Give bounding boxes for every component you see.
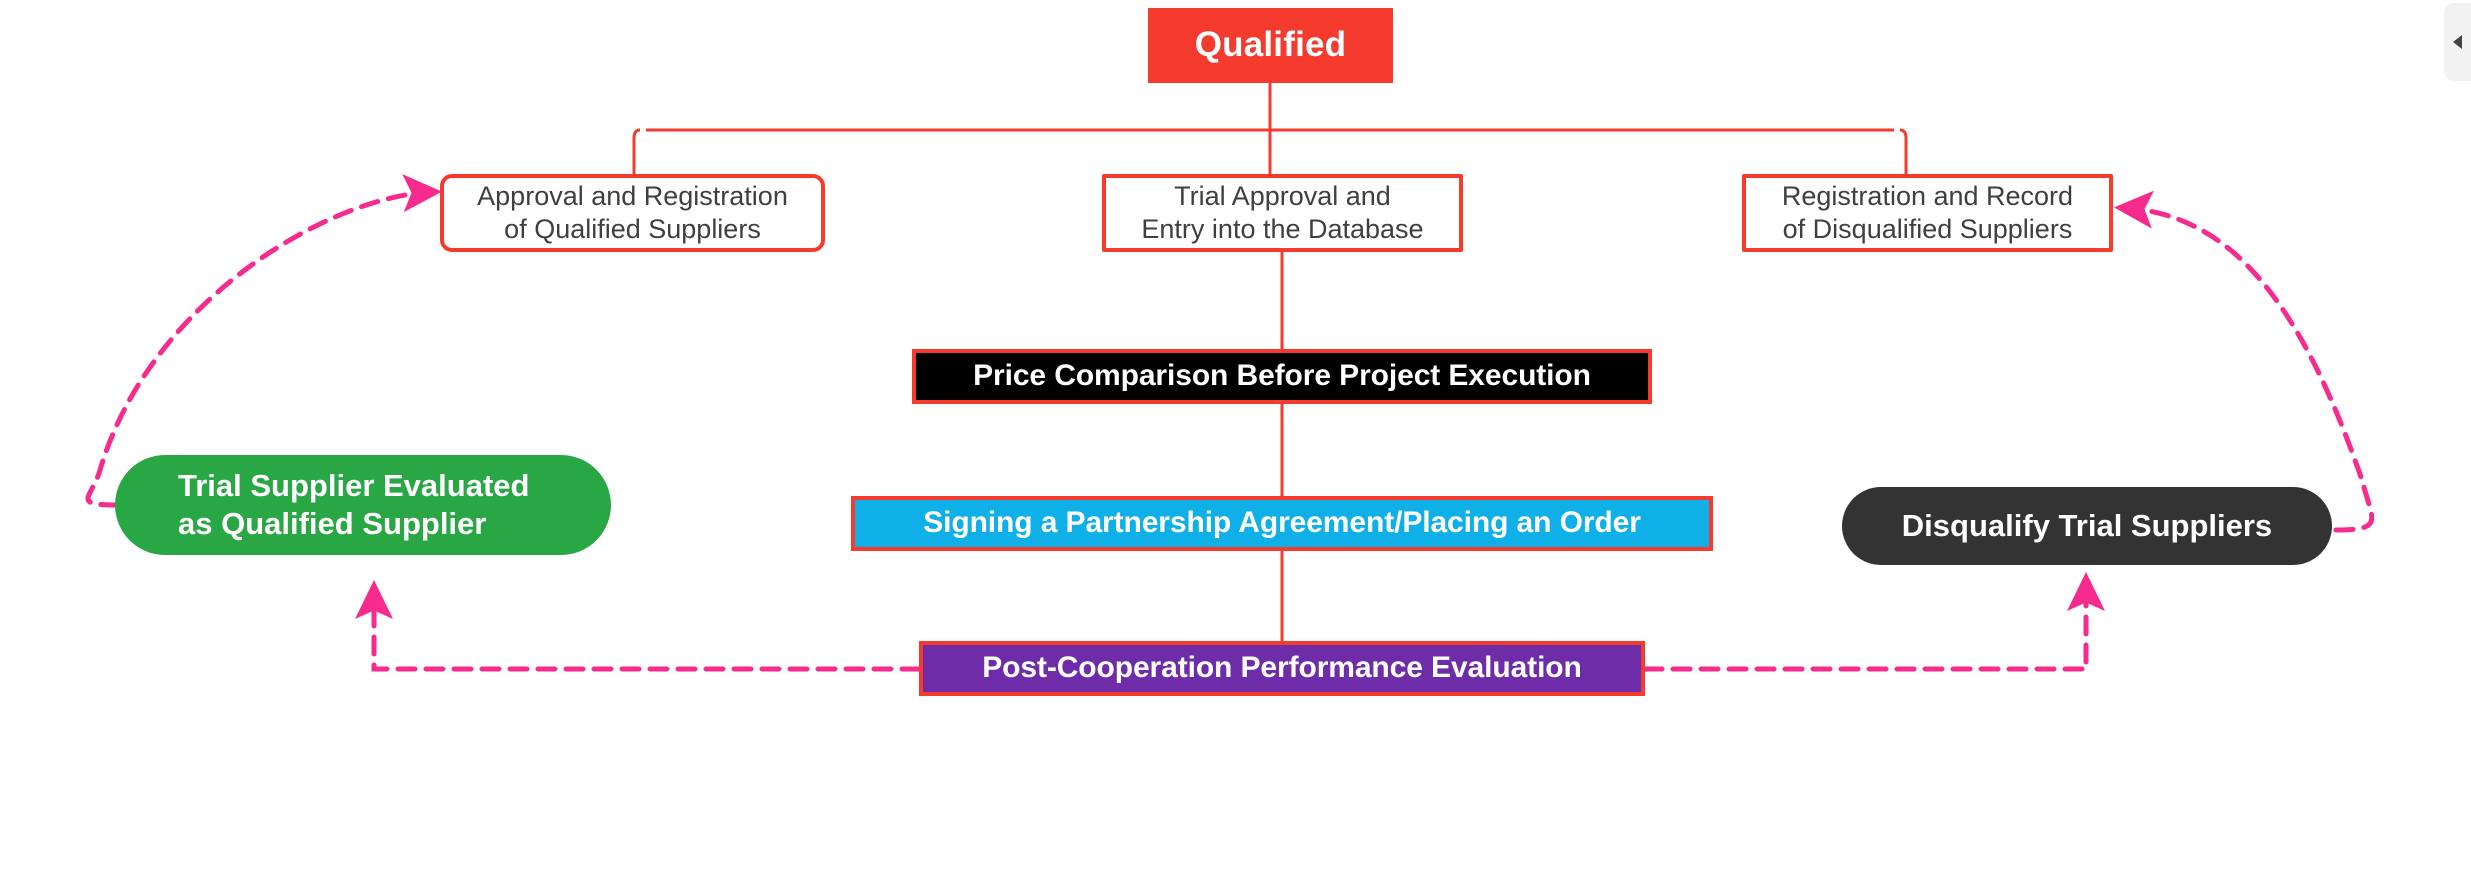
node-label: Approval and Registration of Qualified S… — [477, 181, 788, 244]
node-post-cooperation-evaluation[interactable]: Post-Cooperation Performance Evaluation — [919, 641, 1645, 696]
node-signing-agreement[interactable]: Signing a Partnership Agreement/Placing … — [851, 496, 1713, 551]
node-disqualify-trial-suppliers[interactable]: Disqualify Trial Suppliers — [1842, 487, 2332, 565]
node-label: Trial Approval and Entry into the Databa… — [1141, 181, 1424, 244]
node-qualified[interactable]: Qualified — [1148, 8, 1393, 83]
diagram-canvas: Qualified Approval and Registration of Q… — [0, 0, 2471, 885]
node-price-comparison[interactable]: Price Comparison Before Project Executio… — [912, 349, 1652, 404]
feedback-edges-dashed — [85, 174, 2375, 672]
node-label: Qualified — [1194, 25, 1347, 65]
edge-layer — [85, 83, 2375, 672]
node-label: Disqualify Trial Suppliers — [1901, 508, 2273, 544]
node-trial-approval-database[interactable]: Trial Approval and Entry into the Databa… — [1102, 174, 1463, 252]
chevron-right-icon — [2453, 35, 2462, 49]
node-registration-record-disqualified[interactable]: Registration and Record of Disqualified … — [1742, 174, 2113, 252]
node-label: Price Comparison Before Project Executio… — [973, 359, 1591, 393]
node-label: Signing a Partnership Agreement/Placing … — [923, 506, 1641, 540]
node-trial-supplier-qualified[interactable]: Trial Supplier Evaluated as Qualified Su… — [115, 455, 611, 555]
node-label: Registration and Record of Disqualified … — [1781, 181, 2074, 244]
tree-connectors-solid — [632, 83, 1908, 174]
node-label: Post-Cooperation Performance Evaluation — [982, 651, 1582, 685]
node-label: Trial Supplier Evaluated as Qualified Su… — [178, 468, 530, 541]
node-approval-registration-qualified[interactable]: Approval and Registration of Qualified S… — [440, 174, 825, 252]
panel-collapse-handle[interactable] — [2444, 3, 2471, 81]
